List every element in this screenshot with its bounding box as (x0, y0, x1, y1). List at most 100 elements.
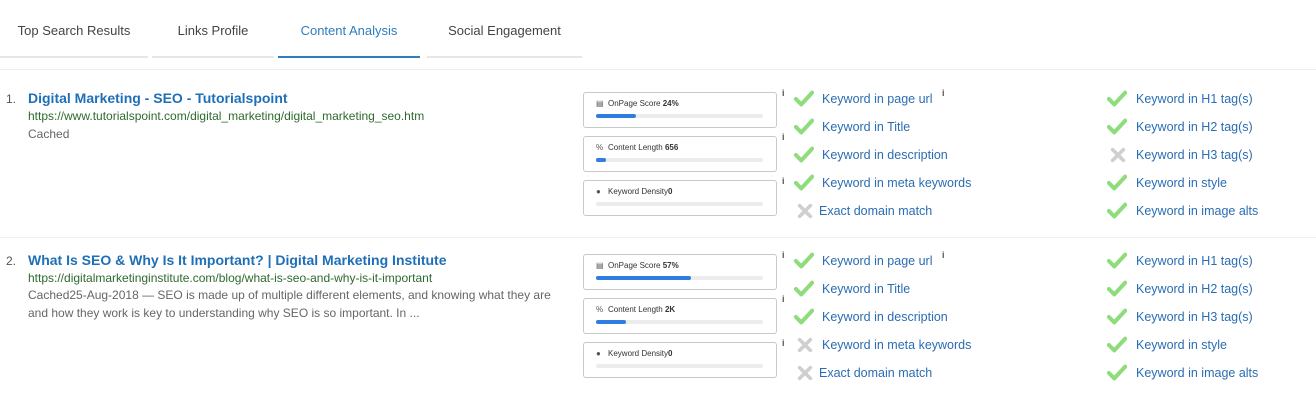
info-icon[interactable]: i (782, 338, 785, 348)
metric-label: ▤ OnPage Score 24% (596, 99, 679, 108)
progress-track (596, 158, 763, 162)
tab-top-search-results[interactable]: Top Search Results (0, 0, 148, 58)
keyword-check-label: Keyword in H3 tag(s) (1136, 310, 1253, 324)
result-number: 2. (6, 254, 17, 268)
metric-value: 24% (662, 99, 679, 108)
keyword-check-label: Keyword in H3 tag(s) (1136, 148, 1253, 162)
divider (0, 69, 1316, 70)
keyword-check-label: Keyword in meta keywords (822, 338, 972, 352)
check-icon (1106, 364, 1129, 384)
progress-track (596, 320, 763, 324)
keyword-check-label: Exact domain match (819, 204, 933, 218)
link-icon: % (596, 143, 604, 152)
divider (0, 237, 1316, 238)
keyword-check-label: Keyword in page url (822, 254, 933, 268)
keyword-check-label: Exact domain match (819, 366, 933, 380)
keyword-density-metric: ● Keyword Density0 (583, 180, 777, 216)
check-icon (1106, 280, 1129, 300)
keyword-density-metric: ● Keyword Density0 (583, 342, 777, 378)
tab-social-engagement[interactable]: Social Engagement (427, 0, 582, 58)
keyword-check-label: Keyword in style (1136, 338, 1228, 352)
keyword-check-label: Keyword in image alts (1136, 204, 1259, 218)
metric-name: OnPage Score (608, 261, 661, 270)
metric-name: Keyword Density (608, 187, 669, 196)
check-icon (1106, 90, 1129, 110)
globe-icon: ● (596, 187, 601, 196)
info-icon[interactable]: i (782, 88, 785, 98)
result-url[interactable]: https://www.tutorialspoint.com/digital_m… (28, 109, 424, 123)
check-icon (793, 308, 816, 328)
keyword-check-label: Keyword in meta keywords (822, 176, 972, 190)
check-icon (1106, 308, 1129, 328)
metric-name: Keyword Density (608, 349, 669, 358)
check-icon (793, 118, 816, 138)
onpage-score-metric: ▤ OnPage Score 57% (583, 254, 777, 290)
keyword-check-label: Keyword in description (822, 310, 948, 324)
info-icon[interactable]: i (942, 88, 945, 98)
check-icon (1106, 252, 1129, 272)
result-snippet: Cached25-Aug-2018 — SEO is made up of mu… (28, 288, 551, 320)
progress-fill (596, 276, 692, 280)
metric-name: Content Length (608, 143, 663, 152)
metric-value: 656 (664, 143, 679, 152)
metric-label: % Content Length 2K (596, 305, 675, 314)
check-icon (793, 146, 816, 166)
metric-label: % Content Length 656 (596, 143, 678, 152)
tabs-bar: Top Search Results Links Profile Content… (0, 0, 582, 58)
metric-label: ● Keyword Density0 (596, 187, 672, 196)
progress-track (596, 202, 763, 206)
progress-track (596, 114, 763, 118)
keyword-check-label: Keyword in description (822, 148, 948, 162)
metric-name: Content Length (608, 305, 663, 314)
result-title-link[interactable]: Digital Marketing - SEO - Tutorialspoint (28, 90, 288, 106)
keyword-check-label: Keyword in style (1136, 176, 1228, 190)
result-snippet: Cached (28, 127, 70, 141)
progress-track (596, 276, 763, 280)
result-title-link[interactable]: What Is SEO & Why Is It Important? | Dig… (28, 252, 447, 268)
metric-name: OnPage Score (608, 99, 661, 108)
check-icon (1106, 336, 1129, 356)
keyword-check-label: Keyword in H1 tag(s) (1136, 92, 1253, 106)
tab-links-profile[interactable]: Links Profile (152, 0, 274, 58)
info-icon[interactable]: i (782, 294, 785, 304)
info-icon[interactable]: i (782, 250, 785, 260)
metric-label: ▤ OnPage Score 57% (596, 261, 679, 270)
info-icon[interactable]: i (782, 176, 785, 186)
keyword-check-label: Keyword in page url (822, 92, 933, 106)
bar-chart-icon: ▤ (596, 99, 604, 108)
cross-icon (1108, 146, 1130, 166)
info-icon[interactable]: i (782, 132, 785, 142)
keyword-check-label: Keyword in Title (822, 120, 911, 134)
keyword-check-label: Keyword in Title (822, 282, 911, 296)
result-number: 1. (6, 92, 17, 106)
check-icon (1106, 118, 1129, 138)
content-length-metric: % Content Length 656 (583, 136, 777, 172)
content-length-metric: % Content Length 2K (583, 298, 777, 334)
progress-fill (596, 320, 627, 324)
check-icon (1106, 202, 1129, 222)
keyword-check-label: Keyword in H2 tag(s) (1136, 120, 1253, 134)
check-icon (793, 174, 816, 194)
check-icon (793, 90, 816, 110)
keyword-check-label: Keyword in H2 tag(s) (1136, 282, 1253, 296)
check-icon (793, 252, 816, 272)
info-icon[interactable]: i (942, 250, 945, 260)
metric-value: 0 (668, 349, 673, 358)
globe-icon: ● (596, 349, 601, 358)
progress-track (596, 364, 763, 368)
metric-label: ● Keyword Density0 (596, 349, 672, 358)
tab-content-analysis[interactable]: Content Analysis (278, 0, 420, 58)
metric-value: 0 (668, 187, 673, 196)
cross-icon (795, 364, 817, 384)
cross-icon (795, 336, 817, 356)
bar-chart-icon: ▤ (596, 261, 604, 270)
onpage-score-metric: ▤ OnPage Score 24% (583, 92, 777, 128)
check-icon (793, 280, 816, 300)
metric-value: 2K (664, 305, 676, 314)
result-url[interactable]: https://digitalmarketinginstitute.com/bl… (28, 271, 432, 285)
cross-icon (795, 202, 817, 222)
keyword-check-label: Keyword in H1 tag(s) (1136, 254, 1253, 268)
check-icon (1106, 174, 1129, 194)
metric-value: 57% (662, 261, 679, 270)
link-icon: % (596, 305, 604, 314)
